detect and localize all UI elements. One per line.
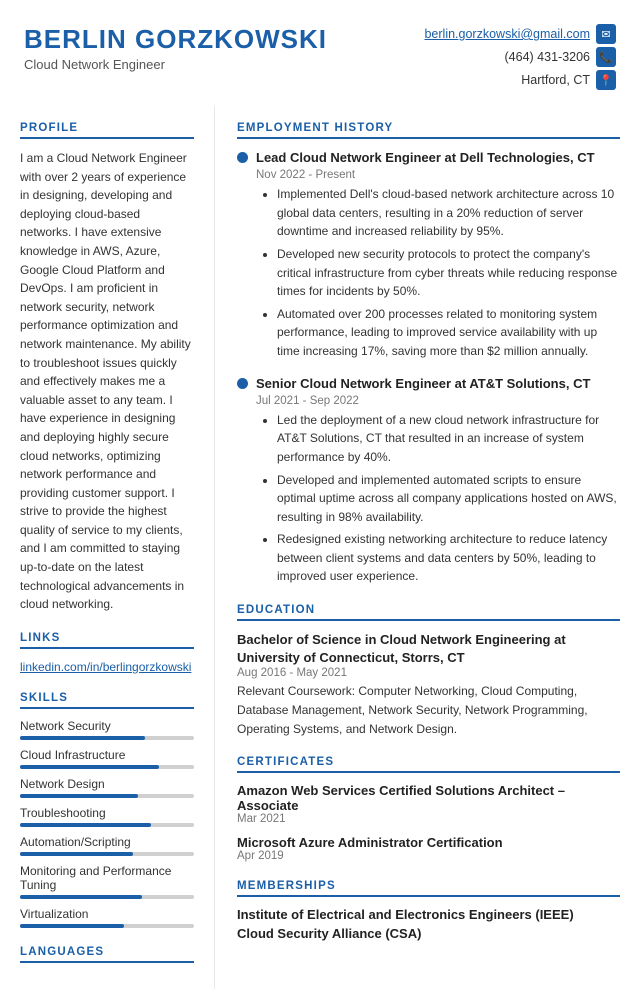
skill-item: Troubleshooting	[20, 806, 194, 827]
job-date: Nov 2022 - Present	[256, 169, 620, 181]
languages-section-title: LANGUAGES	[20, 946, 194, 963]
skill-bar-bg	[20, 823, 194, 827]
skill-bar-fill	[20, 794, 138, 798]
job-title: Senior Cloud Network Engineer at AT&T So…	[256, 375, 590, 393]
skill-item: Monitoring and Performance Tuning	[20, 864, 194, 899]
job-dot	[237, 378, 248, 389]
job-bullets: Implemented Dell's cloud-based network a…	[265, 185, 620, 360]
job-title: Lead Cloud Network Engineer at Dell Tech…	[256, 149, 595, 167]
certificate-item: Amazon Web Services Certified Solutions …	[237, 783, 620, 825]
content: EMPLOYMENT HISTORY Lead Cloud Network En…	[215, 106, 640, 989]
phone-text: (464) 431-3206	[505, 50, 590, 64]
skill-name: Virtualization	[20, 907, 194, 921]
email-link[interactable]: berlin.gorzkowski@gmail.com	[424, 27, 590, 41]
location-text: Hartford, CT	[521, 73, 590, 87]
header-left: BERLIN GORZKOWSKI Cloud Network Engineer	[24, 24, 327, 72]
skill-name: Network Design	[20, 777, 194, 791]
job-bullet: Automated over 200 processes related to …	[277, 305, 620, 361]
edu-detail: Relevant Coursework: Computer Networking…	[237, 682, 620, 738]
skill-name: Monitoring and Performance Tuning	[20, 864, 194, 892]
job-bullet: Developed new security protocols to prot…	[277, 245, 620, 301]
edu-title: Bachelor of Science in Cloud Network Eng…	[237, 631, 620, 667]
skill-bar-bg	[20, 736, 194, 740]
linkedin-link[interactable]: linkedin.com/in/berlingorzkowski	[20, 660, 191, 674]
phone-icon: 📞	[596, 47, 616, 67]
email-row: berlin.gorzkowski@gmail.com ✉	[424, 24, 616, 44]
skill-bar-bg	[20, 895, 194, 899]
sidebar: PROFILE I am a Cloud Network Engineer wi…	[0, 106, 215, 989]
skill-name: Automation/Scripting	[20, 835, 194, 849]
skill-bar-fill	[20, 765, 159, 769]
skill-bar-fill	[20, 924, 124, 928]
certificates-list: Amazon Web Services Certified Solutions …	[237, 783, 620, 862]
certificates-section-title: CERTIFICATES	[237, 756, 620, 773]
job-item: Senior Cloud Network Engineer at AT&T So…	[237, 375, 620, 587]
email-icon: ✉	[596, 24, 616, 44]
skill-bar-bg	[20, 852, 194, 856]
job-dot	[237, 152, 248, 163]
skill-item: Network Design	[20, 777, 194, 798]
skill-item: Cloud Infrastructure	[20, 748, 194, 769]
skill-item: Virtualization	[20, 907, 194, 928]
skill-bar-fill	[20, 736, 145, 740]
phone-row: (464) 431-3206 📞	[424, 47, 616, 67]
job-header: Lead Cloud Network Engineer at Dell Tech…	[237, 149, 620, 167]
certificate-item: Microsoft Azure Administrator Certificat…	[237, 835, 620, 862]
job-item: Lead Cloud Network Engineer at Dell Tech…	[237, 149, 620, 361]
profile-text: I am a Cloud Network Engineer with over …	[20, 149, 194, 614]
cert-date: Apr 2019	[237, 850, 620, 862]
location-icon: 📍	[596, 70, 616, 90]
location-row: Hartford, CT 📍	[424, 70, 616, 90]
edu-date: Aug 2016 - May 2021	[237, 667, 620, 679]
employment-section-title: EMPLOYMENT HISTORY	[237, 122, 620, 139]
jobs-list: Lead Cloud Network Engineer at Dell Tech…	[237, 149, 620, 586]
candidate-name: BERLIN GORZKOWSKI	[24, 24, 327, 55]
skill-name: Cloud Infrastructure	[20, 748, 194, 762]
skill-item: Automation/Scripting	[20, 835, 194, 856]
job-date: Jul 2021 - Sep 2022	[256, 395, 620, 407]
skills-section-title: SKILLS	[20, 692, 194, 709]
skill-bar-fill	[20, 852, 133, 856]
job-bullet: Developed and implemented automated scri…	[277, 471, 620, 527]
cert-date: Mar 2021	[237, 813, 620, 825]
header-right: berlin.gorzkowski@gmail.com ✉ (464) 431-…	[424, 24, 616, 90]
job-bullet: Implemented Dell's cloud-based network a…	[277, 185, 620, 241]
memberships-section-title: MEMBERSHIPS	[237, 880, 620, 897]
skill-name: Troubleshooting	[20, 806, 194, 820]
job-bullets: Led the deployment of a new cloud networ…	[265, 411, 620, 586]
skill-bar-fill	[20, 895, 142, 899]
candidate-title: Cloud Network Engineer	[24, 57, 327, 72]
links-section-title: LINKS	[20, 632, 194, 649]
skill-item: Network Security	[20, 719, 194, 740]
cert-title: Microsoft Azure Administrator Certificat…	[237, 835, 620, 850]
main-layout: PROFILE I am a Cloud Network Engineer wi…	[0, 106, 640, 989]
memberships-list: Institute of Electrical and Electronics …	[237, 907, 620, 941]
education-section-title: EDUCATION	[237, 604, 620, 621]
skill-bar-bg	[20, 924, 194, 928]
job-bullet: Led the deployment of a new cloud networ…	[277, 411, 620, 467]
job-bullet: Redesigned existing networking architect…	[277, 530, 620, 586]
skills-list: Network Security Cloud Infrastructure Ne…	[20, 719, 194, 928]
cert-title: Amazon Web Services Certified Solutions …	[237, 783, 620, 813]
skill-bar-fill	[20, 823, 151, 827]
job-header: Senior Cloud Network Engineer at AT&T So…	[237, 375, 620, 393]
membership-item: Cloud Security Alliance (CSA)	[237, 926, 620, 941]
skill-name: Network Security	[20, 719, 194, 733]
profile-section-title: PROFILE	[20, 122, 194, 139]
header: BERLIN GORZKOWSKI Cloud Network Engineer…	[0, 0, 640, 106]
education-item: Bachelor of Science in Cloud Network Eng…	[237, 631, 620, 738]
membership-item: Institute of Electrical and Electronics …	[237, 907, 620, 922]
education-list: Bachelor of Science in Cloud Network Eng…	[237, 631, 620, 738]
skill-bar-bg	[20, 794, 194, 798]
resume-page: BERLIN GORZKOWSKI Cloud Network Engineer…	[0, 0, 640, 989]
skill-bar-bg	[20, 765, 194, 769]
